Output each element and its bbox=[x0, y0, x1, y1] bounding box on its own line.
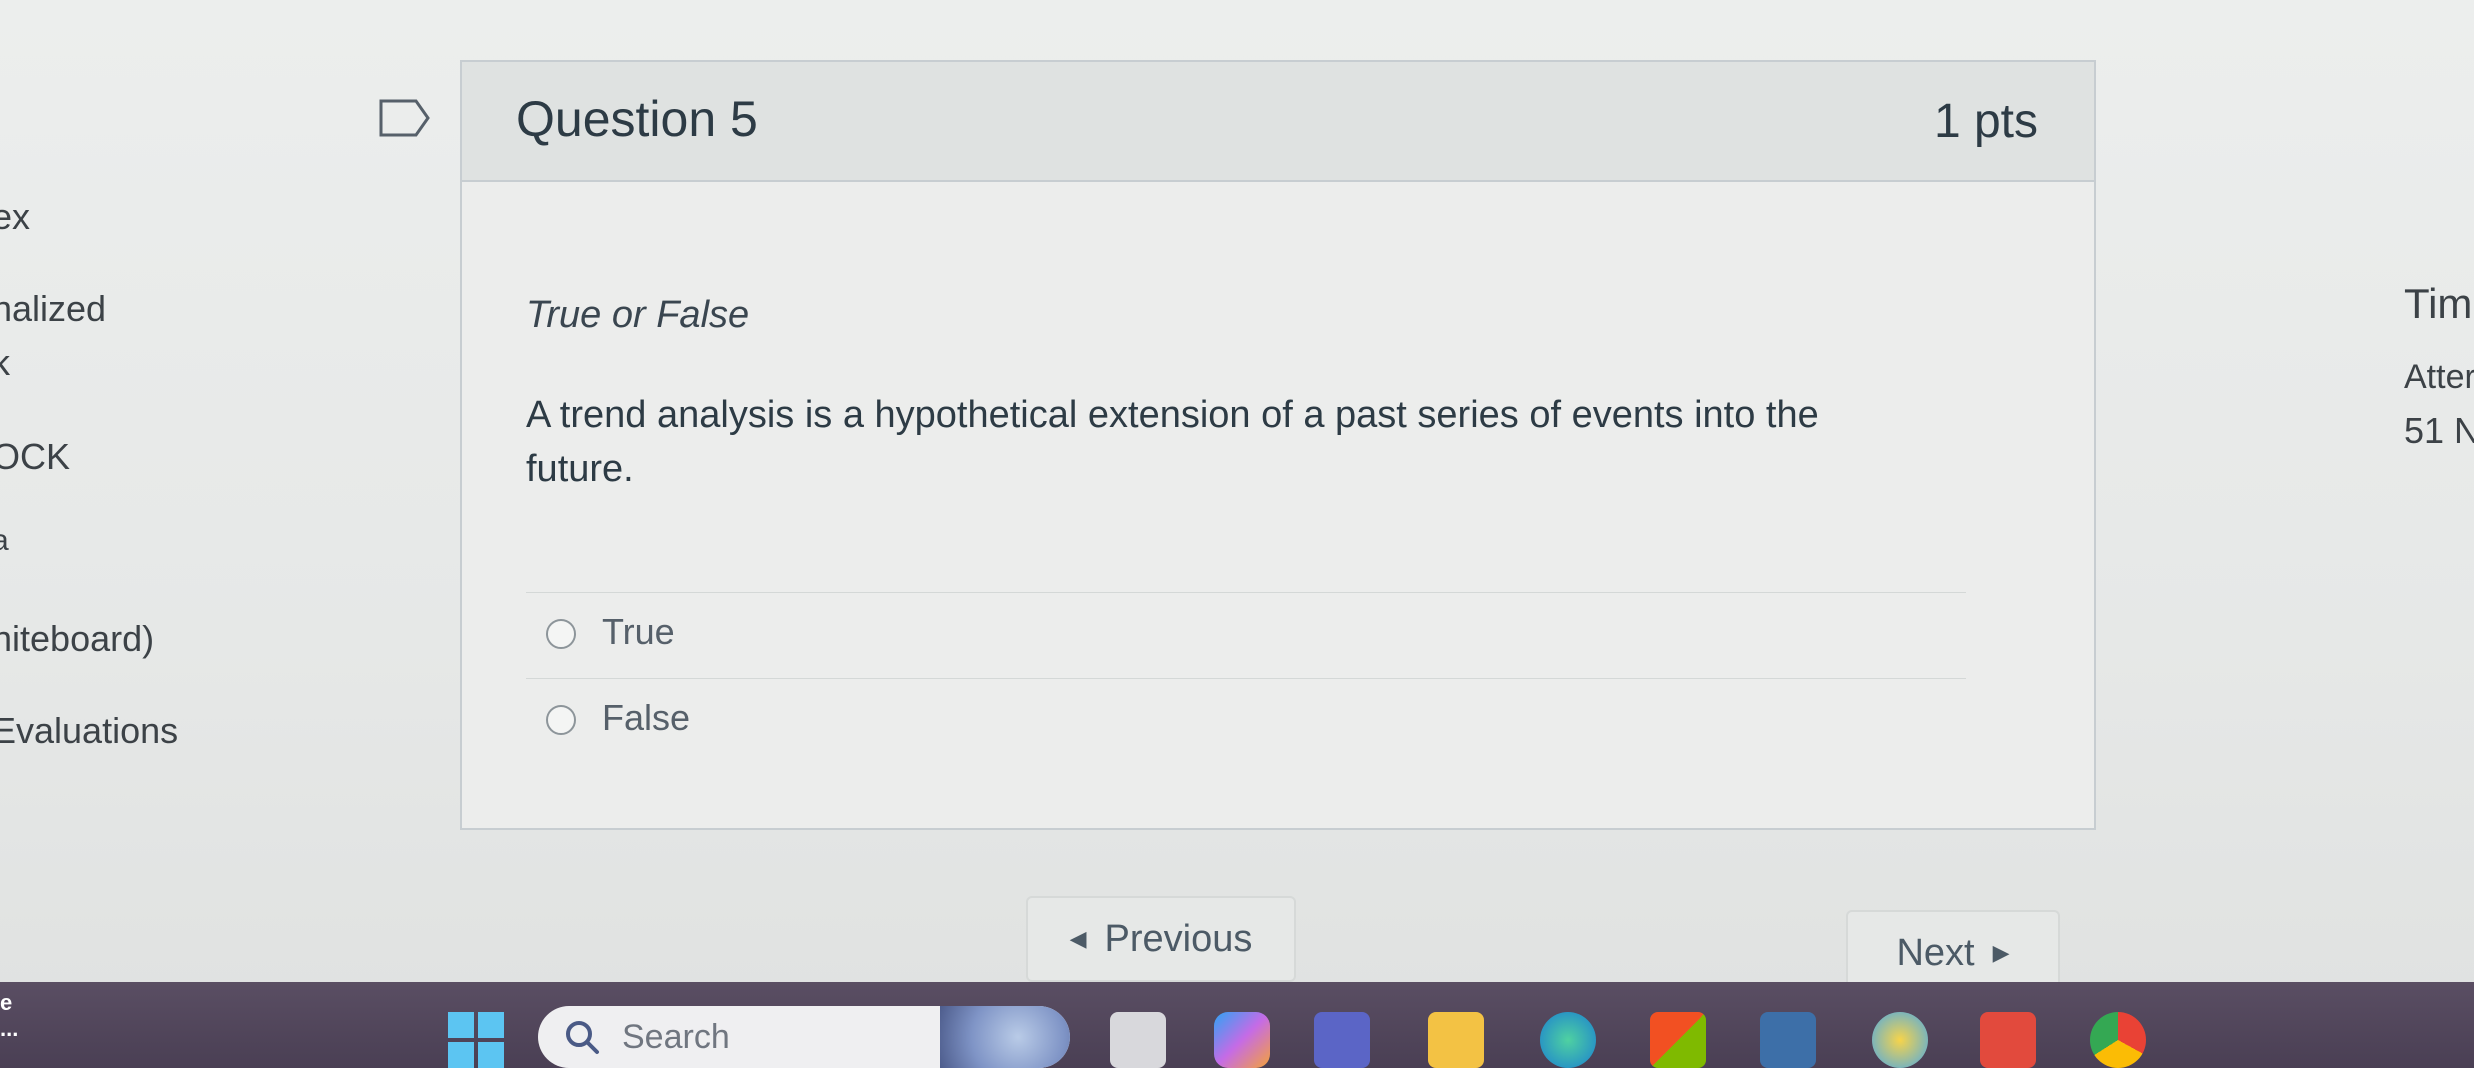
taskbar-search[interactable]: Search bbox=[538, 1006, 1070, 1068]
edge-icon[interactable] bbox=[1540, 1012, 1596, 1068]
nav-item-evaluations[interactable]: Evaluations bbox=[0, 710, 178, 752]
task-view-icon[interactable] bbox=[1110, 1012, 1166, 1068]
question-text: A trend analysis is a hypothetical exten… bbox=[526, 394, 1819, 490]
copilot-icon[interactable] bbox=[1214, 1012, 1270, 1068]
answer-option-false[interactable]: False bbox=[526, 678, 1966, 764]
mcgraw-hill-icon[interactable] bbox=[1760, 1012, 1816, 1068]
previous-label: Previous bbox=[1104, 917, 1253, 960]
previous-button[interactable]: ◀ Previous bbox=[1026, 896, 1296, 982]
radio-button[interactable] bbox=[546, 619, 576, 649]
question-points: 1 pts bbox=[1933, 95, 2038, 148]
radio-button[interactable] bbox=[546, 705, 576, 735]
nav-item-personalized-line2[interactable]: k bbox=[0, 342, 10, 384]
caret-right-icon: ▶ bbox=[1992, 940, 2010, 965]
nav-item-lock[interactable]: OCK bbox=[0, 436, 70, 478]
chrome-icon[interactable] bbox=[2090, 1012, 2146, 1068]
bookmark-flag-icon[interactable] bbox=[378, 98, 432, 138]
attempt-label: Atter bbox=[2404, 358, 2474, 396]
quiz-info-sidebar: Tim Atter 51 N bbox=[2390, 280, 2474, 480]
course-nav-sidebar: ex nalized k OCK a hiteboard) Evaluation… bbox=[0, 0, 260, 980]
gmail-icon[interactable] bbox=[1980, 1012, 2036, 1068]
question-type: True or False bbox=[526, 294, 750, 336]
time-value: 51 N bbox=[2404, 410, 2474, 451]
question-card: Question 5 1 pts True or False A trend a… bbox=[460, 60, 2096, 830]
answer-option-true[interactable]: True bbox=[526, 592, 1966, 678]
answer-label[interactable]: True bbox=[602, 611, 675, 653]
badge-dots: ... bbox=[0, 1016, 19, 1041]
windows-start-icon[interactable] bbox=[448, 1012, 504, 1068]
badge-letter: e bbox=[0, 990, 13, 1015]
magnifier-icon bbox=[566, 1021, 599, 1054]
nav-item-personalized[interactable]: nalized bbox=[0, 288, 106, 330]
nav-item-index[interactable]: ex bbox=[0, 196, 30, 238]
taskbar-left-badge[interactable]: e ... bbox=[0, 990, 28, 1060]
store-icon[interactable] bbox=[1650, 1012, 1706, 1068]
next-label: Next bbox=[1896, 931, 1975, 974]
taskbar: e ... Search bbox=[0, 982, 2474, 1068]
caret-left-icon: ◀ bbox=[1069, 926, 1087, 951]
time-label: Tim bbox=[2404, 280, 2473, 327]
question-header: Question 5 1 pts bbox=[462, 62, 2094, 182]
question-title: Question 5 bbox=[516, 91, 758, 147]
nav-item-a[interactable]: a bbox=[0, 524, 9, 558]
file-explorer-icon[interactable] bbox=[1428, 1012, 1484, 1068]
search-highlight-image bbox=[940, 1006, 1070, 1068]
nav-item-whiteboard[interactable]: hiteboard) bbox=[0, 618, 154, 660]
answer-list: True False bbox=[526, 592, 1966, 764]
chrome-like-icon[interactable] bbox=[1872, 1012, 1928, 1068]
search-placeholder: Search bbox=[622, 1017, 730, 1056]
answer-label[interactable]: False bbox=[602, 697, 690, 739]
teams-icon[interactable] bbox=[1314, 1012, 1370, 1068]
